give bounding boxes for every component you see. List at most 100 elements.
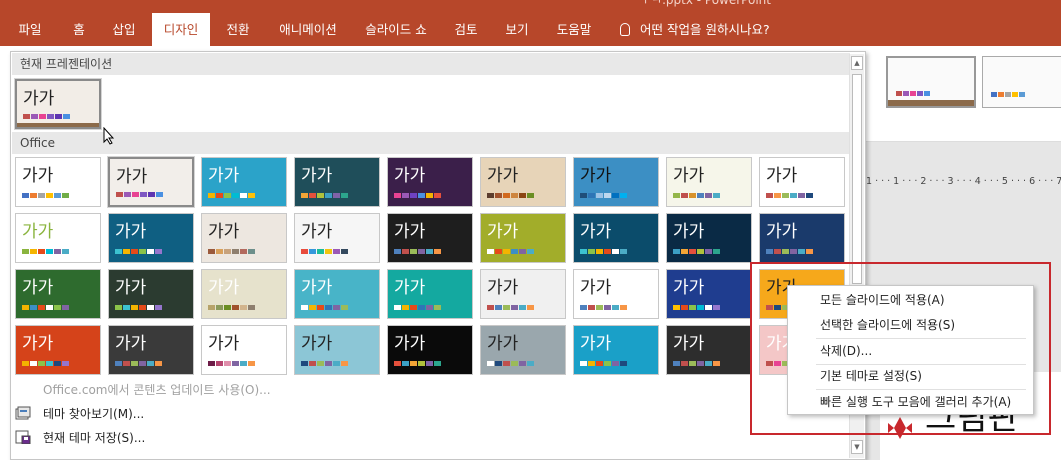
theme-thumb[interactable]: 가가: [15, 157, 101, 207]
swatch: [31, 114, 38, 119]
swatch: [23, 114, 30, 119]
swatch: [774, 193, 781, 198]
swatch: [131, 305, 138, 310]
swatch: [232, 249, 239, 254]
theme-thumb[interactable]: 가가: [15, 213, 101, 263]
swatch: [620, 305, 627, 310]
swatch: [511, 305, 518, 310]
tab-home[interactable]: 홈: [60, 13, 98, 46]
variant-thumb[interactable]: [982, 56, 1061, 108]
theme-thumb[interactable]: 가가: [759, 213, 845, 263]
theme-thumb[interactable]: 가가: [480, 157, 566, 207]
save-theme-option[interactable]: 현재 테마 저장(S)...: [15, 427, 145, 449]
swatch: [309, 249, 316, 254]
theme-thumb[interactable]: 가가: [107, 156, 195, 208]
delete-item[interactable]: 삭제(D)...: [820, 341, 872, 361]
theme-thumb[interactable]: 가가: [108, 269, 194, 319]
color-swatches: [301, 305, 348, 310]
theme-thumb[interactable]: 가가: [759, 157, 845, 207]
swatch: [46, 305, 53, 310]
theme-thumb[interactable]: 가가: [108, 325, 194, 375]
apply-all-slides-item[interactable]: 모든 슬라이드에 적용(A): [820, 290, 945, 310]
tab-review[interactable]: 검토: [446, 13, 486, 46]
theme-thumb[interactable]: 가가: [294, 213, 380, 263]
swatch: [147, 361, 154, 366]
variant-thumb[interactable]: [886, 56, 976, 108]
theme-thumb[interactable]: 가가: [666, 157, 752, 207]
tell-me-box[interactable]: 어떤 작업을 원하시나요?: [620, 13, 770, 46]
scroll-thumb[interactable]: [852, 74, 862, 284]
scroll-up-arrow-icon[interactable]: ▲: [851, 56, 863, 70]
swatch: [713, 361, 720, 366]
swatch: [418, 249, 425, 254]
swatch: [309, 305, 316, 310]
theme-thumb[interactable]: 가가: [387, 269, 473, 319]
swatch: [519, 305, 526, 310]
swatch: [341, 305, 348, 310]
swatch: [54, 305, 61, 310]
theme-thumb[interactable]: 가가: [201, 269, 287, 319]
theme-thumb[interactable]: 가가: [573, 269, 659, 319]
swatch: [495, 305, 502, 310]
theme-thumb-label: 가가: [673, 166, 705, 186]
theme-thumb[interactable]: 가가: [201, 157, 287, 207]
theme-thumb-label: 가가: [487, 334, 519, 354]
swatch: [673, 249, 680, 254]
theme-thumb[interactable]: 가가: [573, 213, 659, 263]
swatch: [681, 249, 688, 254]
swatch: [208, 305, 215, 310]
current-theme-thumb[interactable]: 가가: [14, 78, 102, 130]
tab-slideshow[interactable]: 슬라이드 쇼: [356, 13, 436, 46]
swatch: [232, 305, 239, 310]
theme-thumb[interactable]: 가가: [666, 325, 752, 375]
theme-thumb[interactable]: 가가: [480, 269, 566, 319]
theme-thumb[interactable]: 가가: [15, 325, 101, 375]
tab-transitions[interactable]: 전환: [218, 13, 258, 46]
tab-animations[interactable]: 애니메이션: [270, 13, 346, 46]
theme-thumb[interactable]: 가가: [480, 325, 566, 375]
theme-thumb[interactable]: 가가: [201, 213, 287, 263]
theme-thumb[interactable]: 가가: [387, 157, 473, 207]
theme-thumb[interactable]: 가가: [294, 325, 380, 375]
theme-thumb[interactable]: 가가: [15, 269, 101, 319]
tab-file[interactable]: 파일: [10, 13, 50, 46]
apply-selected-slides-item[interactable]: 선택한 슬라이드에 적용(S): [820, 315, 955, 335]
theme-thumb[interactable]: 가가: [201, 325, 287, 375]
browse-themes-option[interactable]: 테마 찾아보기(M)...: [15, 403, 144, 425]
theme-thumb-label: 가가: [394, 222, 426, 242]
swatch: [248, 361, 255, 366]
theme-thumb[interactable]: 가가: [294, 269, 380, 319]
swatch: [503, 305, 510, 310]
theme-thumb[interactable]: 가가: [387, 213, 473, 263]
swatch: [317, 361, 324, 366]
color-swatches: [301, 193, 348, 198]
tab-help[interactable]: 도움말: [548, 13, 600, 46]
swatch: [216, 249, 223, 254]
swatch: [782, 249, 789, 254]
theme-thumb-label: 가가: [115, 334, 147, 354]
swatch: [63, 114, 70, 119]
theme-thumb[interactable]: 가가: [573, 157, 659, 207]
theme-thumb[interactable]: 가가: [387, 325, 473, 375]
theme-thumb[interactable]: 가가: [480, 213, 566, 263]
tab-insert[interactable]: 삽입: [104, 13, 144, 46]
tab-view[interactable]: 보기: [496, 13, 538, 46]
tab-design[interactable]: 디자인: [152, 13, 210, 47]
color-swatches: [580, 249, 627, 254]
add-gallery-to-qat-item[interactable]: 빠른 실행 도구 모음에 갤러리 추가(A): [820, 392, 1011, 412]
theme-thumb[interactable]: 가가: [666, 269, 752, 319]
swatch: [39, 114, 46, 119]
swatch: [689, 249, 696, 254]
theme-thumb-label: 가가: [673, 334, 705, 354]
swatch: [511, 193, 518, 198]
theme-thumb[interactable]: 가가: [573, 325, 659, 375]
swatch: [62, 249, 69, 254]
theme-thumb[interactable]: 가가: [666, 213, 752, 263]
set-default-theme-item[interactable]: 기본 테마로 설정(S): [820, 366, 922, 386]
scroll-down-arrow-icon[interactable]: ▼: [851, 440, 863, 454]
color-swatches: [766, 249, 813, 254]
color-swatches: [673, 249, 720, 254]
swatch: [418, 361, 425, 366]
theme-thumb[interactable]: 가가: [294, 157, 380, 207]
theme-thumb[interactable]: 가가: [108, 213, 194, 263]
